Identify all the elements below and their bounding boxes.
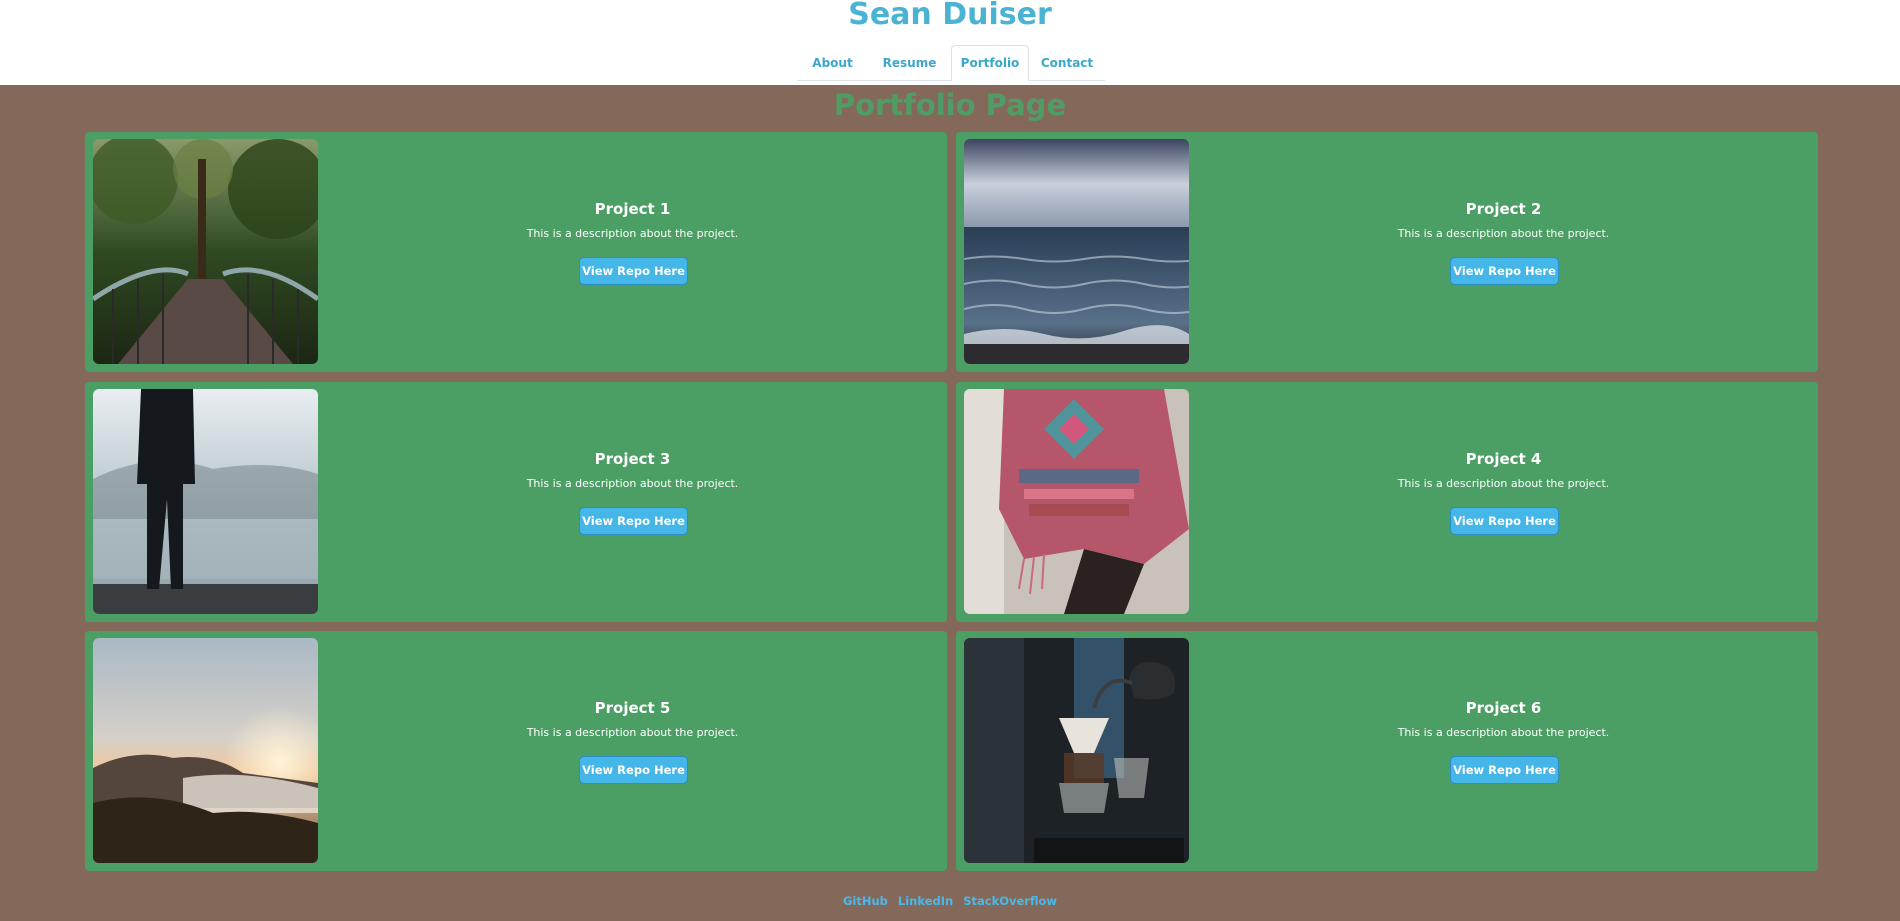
project-description: This is a description about the project. (526, 227, 739, 240)
tab-contact[interactable]: Contact (1029, 45, 1105, 81)
view-repo-button[interactable]: View Repo Here (1450, 507, 1559, 535)
coffee-pour-over-photo (964, 638, 1189, 863)
project-description: This is a description about the project. (1397, 726, 1610, 739)
site-footer: GitHub LinkedIn StackOverflow (0, 894, 1900, 908)
footer-link-linkedin[interactable]: LinkedIn (898, 894, 953, 908)
project-title: Project 3 (594, 450, 671, 468)
project-card-1: Project 1 This is a description about th… (85, 132, 947, 372)
project-description: This is a description about the project. (526, 726, 739, 739)
project-card-5: Project 5 This is a description about th… (85, 631, 947, 871)
project-title: Project 4 (1465, 450, 1542, 468)
forest-bridge-photo (93, 139, 318, 364)
tab-resume[interactable]: Resume (868, 45, 951, 81)
project-card-4: Project 4 This is a description about th… (956, 382, 1818, 622)
patterned-poncho-photo (964, 389, 1189, 614)
footer-link-github[interactable]: GitHub (843, 894, 888, 908)
project-title: Project 5 (594, 699, 671, 717)
site-header: Sean Duiser About Resume Portfolio Conta… (0, 0, 1900, 85)
project-card-3: Project 3 This is a description about th… (85, 382, 947, 622)
footer-link-stackoverflow[interactable]: StackOverflow (963, 894, 1057, 908)
project-title: Project 1 (594, 200, 671, 218)
project-card-2: Project 2 This is a description about th… (956, 132, 1818, 372)
tab-about[interactable]: About (797, 45, 868, 81)
project-description: This is a description about the project. (526, 477, 739, 490)
project-card-6: Project 6 This is a description about th… (956, 631, 1818, 871)
page-heading: Portfolio Page (833, 88, 1067, 122)
tab-portfolio[interactable]: Portfolio (951, 45, 1029, 81)
project-title: Project 2 (1465, 200, 1542, 218)
view-repo-button[interactable]: View Repo Here (1450, 756, 1559, 784)
project-title: Project 6 (1465, 699, 1542, 717)
view-repo-button[interactable]: View Repo Here (1450, 257, 1559, 285)
misty-sunset-photo (93, 638, 318, 863)
view-repo-button[interactable]: View Repo Here (579, 257, 688, 285)
site-title: Sean Duiser (848, 0, 1052, 32)
person-at-lake-photo (93, 389, 318, 614)
view-repo-button[interactable]: View Repo Here (579, 756, 688, 784)
ocean-waves-photo (964, 139, 1189, 364)
nav-tabs: About Resume Portfolio Contact (797, 45, 1105, 81)
project-description: This is a description about the project. (1397, 477, 1610, 490)
view-repo-button[interactable]: View Repo Here (579, 507, 688, 535)
project-description: This is a description about the project. (1397, 227, 1610, 240)
